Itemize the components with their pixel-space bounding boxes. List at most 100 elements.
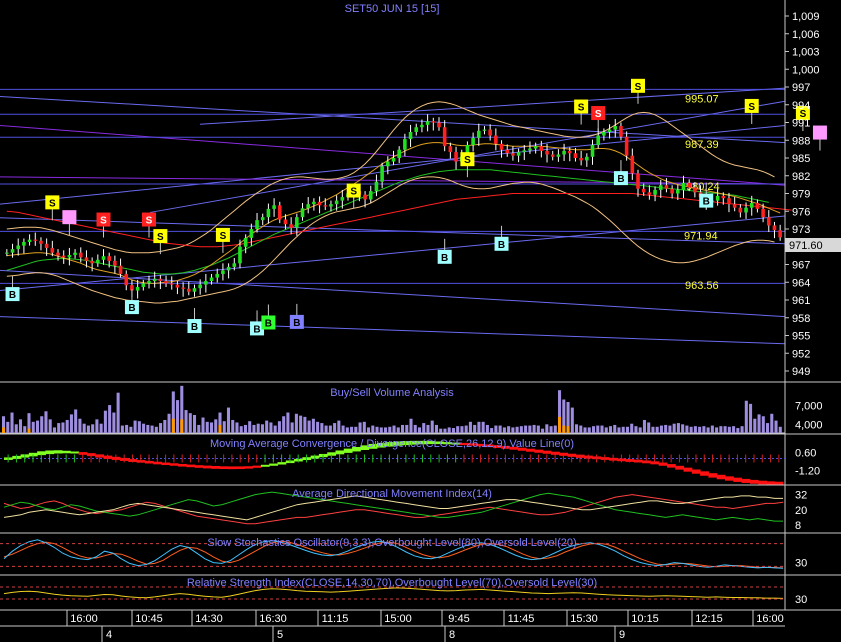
volume-bar [511,427,515,433]
volume-bar [541,428,545,433]
candle-body [607,129,612,132]
candle-body [39,240,43,244]
price-tick-label: 958 [792,313,810,325]
volume-bar [371,425,375,433]
candle-body [482,129,487,131]
signal-letter: B [265,318,272,329]
candle-body [727,198,731,205]
panel-tick-label: 32 [795,490,807,502]
volume-bar [490,428,494,433]
macd-ribbon-segment [675,465,685,470]
volume-bar [316,421,320,433]
volume-title: Buy/Sell Volume Analysis [330,387,454,399]
time-tick-label: 15:30 [570,613,598,625]
volume-bar [299,415,303,433]
macd-tick-label: 0.60 [795,447,816,459]
volume-bar [239,426,243,433]
candle-body [761,208,765,218]
macd-ribbon-segment [716,474,726,480]
candle-body [613,126,618,130]
volume-bar [621,426,625,433]
candle-body [476,130,481,138]
price-level-label: 971.94 [684,230,718,242]
candle-body [192,288,197,292]
candle-body [772,225,777,231]
candle-body [96,259,100,264]
volume-bar [460,426,464,433]
volume-bar [133,420,137,433]
candle-body [186,288,191,292]
candle-body [67,255,72,258]
volume-bar [392,425,396,433]
signal-letter: S [66,213,73,224]
volume-bar [69,414,73,433]
candle-body [766,217,771,226]
candle-body [630,155,635,174]
candle-body [5,252,9,254]
volume-bar [193,415,197,433]
macd-ribbon-segment [335,450,345,455]
volume-bar [91,424,95,433]
candle-body [579,158,583,161]
volume-bar [575,424,579,433]
panel-tick-label: 8 [795,520,801,532]
signal-letter: B [617,174,624,185]
volume-bar [74,409,78,433]
candle-body [533,146,538,149]
volume-bar [702,426,706,433]
candle-body [391,158,396,162]
time-tick-label: 11:45 [508,613,535,625]
volume-bar [235,422,239,433]
volume-bar [277,421,281,433]
macd-ribbon-segment [766,481,776,485]
volume-bar [337,420,341,433]
volume-bar [231,419,235,433]
candle-body [778,230,782,238]
candle-body [619,126,623,137]
volume-bar [103,410,107,433]
candle-body [124,273,129,286]
volume-bar [549,426,553,433]
candle-body [374,181,379,192]
macd-ribbon-segment [260,464,270,467]
candle-body [420,124,424,128]
candle-body [437,122,441,128]
candle-body [283,219,288,225]
panel-tick-label: 30 [795,594,807,606]
volume-bar [99,423,103,433]
candle-body [158,278,163,282]
volume-bar [515,426,519,433]
candle-body [585,156,589,161]
volume-bar [464,425,468,433]
price-tick-label: 991 [792,118,810,130]
volume-bar [727,426,731,433]
volume-bar [6,421,10,433]
candle-body [266,208,271,218]
price-tick-label: 1,009 [792,11,820,23]
volume-bar [477,421,481,433]
volume-bar [150,425,154,433]
candle-body [169,283,174,285]
volume-bar [341,425,345,433]
candle-body [272,205,276,209]
volume-bar [205,421,209,433]
candle-body [33,239,38,241]
volume-tick-label: 7,000 [795,401,823,413]
candle-body [545,150,549,155]
day-tick-label: 8 [449,629,455,641]
macd-ribbon-segment [186,464,196,468]
volume-bar [311,418,315,433]
candle-body [755,202,760,209]
volume-bar [608,426,613,433]
time-tick-label: 10:45 [135,613,163,625]
volume-bar [358,422,362,433]
candle-body [226,266,231,271]
volume-bar [379,427,383,433]
volume-bar [14,424,18,433]
candle-body [414,127,419,132]
volume-bar [163,419,167,433]
price-tick-label: 1,000 [792,64,820,76]
candle-body [573,153,578,158]
price-tick-label: 952 [792,348,810,360]
time-tick-label: 16:00 [756,613,784,625]
